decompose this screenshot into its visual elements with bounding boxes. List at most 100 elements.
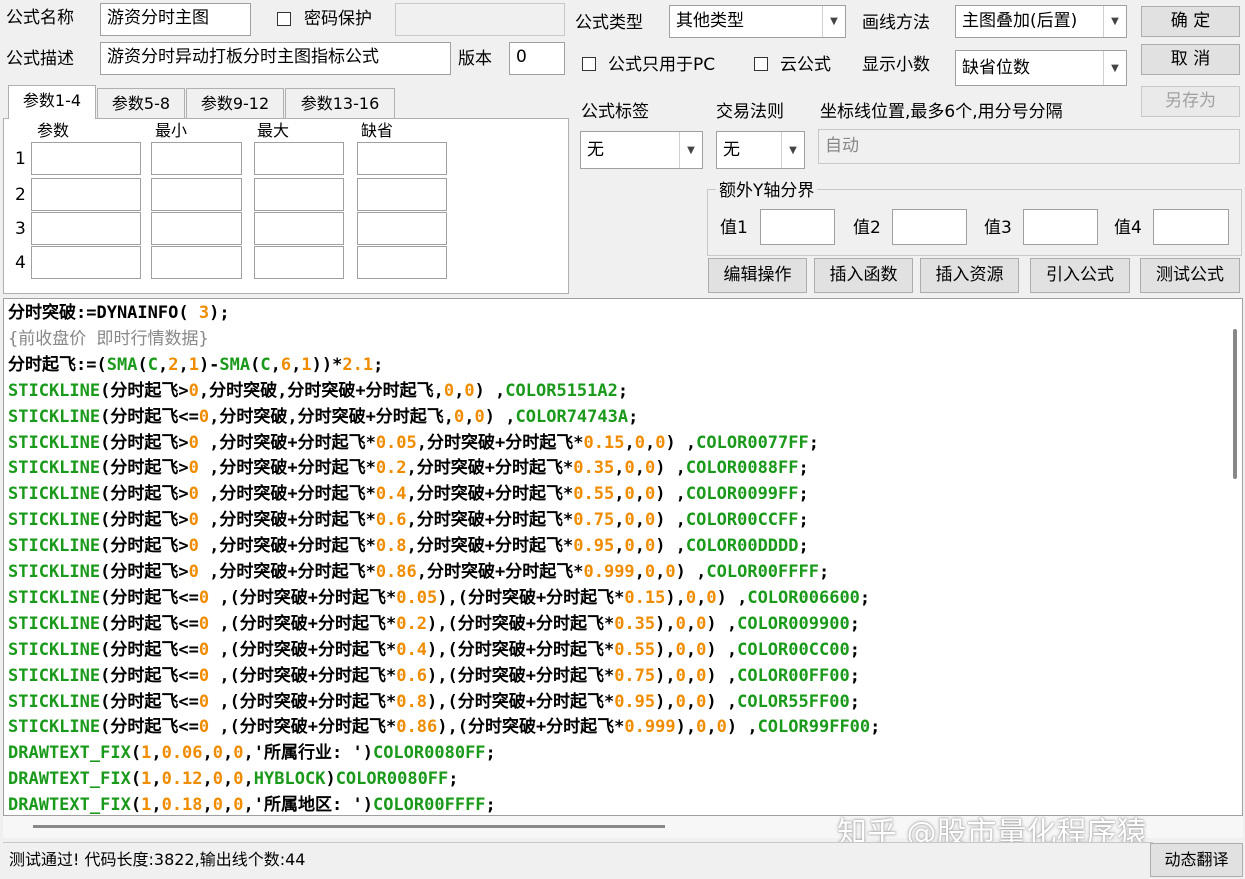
y-value-2-input[interactable] bbox=[892, 209, 967, 245]
code-token: ,分时突破+分时起飞* bbox=[406, 458, 574, 479]
formula-tag-select[interactable]: 无 ▼ bbox=[580, 131, 703, 169]
code-token: ; bbox=[798, 510, 809, 531]
code-token: 0.35 bbox=[614, 613, 656, 634]
code-token: 0.2 bbox=[375, 458, 407, 479]
param-4-name[interactable] bbox=[31, 246, 141, 279]
pc-only-checkbox[interactable] bbox=[582, 57, 596, 71]
code-token: ,分时突破+分时起飞* bbox=[406, 510, 574, 531]
chevron-down-icon: ▼ bbox=[679, 132, 702, 168]
trade-rule-label: 交易法则 bbox=[716, 102, 784, 122]
code-token: STICKLINE bbox=[8, 432, 101, 453]
y-value-2-label: 值2 bbox=[853, 218, 881, 238]
param-4-min[interactable] bbox=[151, 246, 242, 279]
param-1-default[interactable] bbox=[357, 142, 447, 175]
save-as-button[interactable]: 另存为 bbox=[1141, 86, 1240, 117]
edit-ops-button[interactable]: 编辑操作 bbox=[708, 258, 807, 293]
param-1-max[interactable] bbox=[254, 142, 344, 175]
decimals-select[interactable]: 缺省位数 ▼ bbox=[955, 50, 1127, 86]
formula-name-input[interactable]: 游资分时主图 bbox=[100, 3, 251, 36]
scrollbar-thumb[interactable] bbox=[1233, 329, 1237, 479]
password-checkbox[interactable] bbox=[277, 12, 291, 26]
code-token: COLOR55FF00 bbox=[737, 691, 850, 712]
code-line: STICKLINE(分时起飞<=0 ,(分时突破+分时起飞*0.8),(分时突破… bbox=[8, 689, 860, 715]
coord-line-input[interactable]: 自动 bbox=[818, 129, 1240, 164]
tab-params-1-4[interactable]: 参数1-4 bbox=[8, 85, 96, 119]
param-1-name[interactable] bbox=[31, 142, 141, 175]
code-token: 2 bbox=[168, 354, 179, 375]
version-input[interactable]: 0 bbox=[509, 42, 565, 75]
param-2-name[interactable] bbox=[31, 178, 141, 211]
param-1-min[interactable] bbox=[151, 142, 242, 175]
code-token: 0 bbox=[233, 743, 244, 764]
code-token: DRAWTEXT_FIX bbox=[8, 795, 131, 816]
insert-resource-button[interactable]: 插入资源 bbox=[920, 258, 1019, 293]
code-line: STICKLINE(分时起飞<=0 ,(分时突破+分时起飞*0.05),(分时突… bbox=[8, 585, 870, 611]
param-4-default[interactable] bbox=[357, 246, 447, 279]
tab-params-9-12[interactable]: 参数9-12 bbox=[186, 88, 284, 118]
param-2-default[interactable] bbox=[357, 178, 447, 211]
tab-params-5-8[interactable]: 参数5-8 bbox=[97, 88, 185, 118]
formula-desc-input[interactable]: 游资分时异动打板分时主图指标公式 bbox=[100, 42, 451, 75]
y-value-4-input[interactable] bbox=[1153, 209, 1229, 245]
y-value-3-input[interactable] bbox=[1023, 209, 1098, 245]
code-token: ; bbox=[628, 406, 639, 427]
param-2-max[interactable] bbox=[254, 178, 344, 211]
code-token: ; bbox=[448, 769, 459, 790]
param-3-default[interactable] bbox=[357, 212, 447, 245]
trade-rule-select[interactable]: 无 ▼ bbox=[716, 131, 805, 169]
y-value-1-input[interactable] bbox=[760, 209, 835, 245]
code-token: ),(分时突破+分时起飞* bbox=[427, 639, 615, 660]
code-token: ,分时突破,分时突破+分时起飞, bbox=[198, 380, 444, 401]
import-formula-button[interactable]: 引入公式 bbox=[1030, 258, 1130, 293]
code-token: 1 bbox=[301, 354, 312, 375]
code-token: , bbox=[178, 354, 189, 375]
cloud-formula-checkbox[interactable] bbox=[754, 57, 768, 71]
tab-params-13-16[interactable]: 参数13-16 bbox=[285, 88, 395, 118]
code-token: 0 bbox=[198, 639, 210, 660]
code-token: 0.05 bbox=[375, 432, 417, 453]
code-token: COLOR74743A bbox=[515, 406, 629, 427]
code-token: 0.6 bbox=[396, 665, 427, 686]
code-token: ) , bbox=[706, 639, 738, 660]
test-formula-button[interactable]: 测试公式 bbox=[1140, 258, 1240, 293]
code-token: 0 bbox=[624, 536, 635, 557]
param-3-max[interactable] bbox=[254, 212, 344, 245]
code-token: , bbox=[270, 354, 281, 375]
code-token: 0.999 bbox=[624, 717, 676, 738]
code-token: COLOR0088FF bbox=[685, 458, 799, 479]
code-line: STICKLINE(分时起飞>0 ,分时突破+分时起飞*0.05,分时突破+分时… bbox=[8, 430, 819, 456]
code-token: 0 bbox=[675, 665, 686, 686]
cancel-button[interactable]: 取 消 bbox=[1141, 44, 1240, 75]
code-token: 0 bbox=[624, 458, 635, 479]
param-3-name[interactable] bbox=[31, 212, 141, 245]
code-token: ,分时突破+分时起飞* bbox=[198, 484, 376, 505]
code-token: DRAWTEXT_FIX bbox=[8, 743, 131, 764]
code-token: 0 bbox=[198, 406, 210, 427]
dynamic-translate-button[interactable]: 动态翻译 bbox=[1150, 843, 1243, 877]
code-token: ), bbox=[655, 613, 676, 634]
scrollbar-thumb[interactable] bbox=[33, 825, 665, 828]
draw-method-select[interactable]: 主图叠加(后置) ▼ bbox=[955, 5, 1127, 38]
code-token: COLOR00CC00 bbox=[737, 639, 850, 660]
param-2-min[interactable] bbox=[151, 178, 242, 211]
code-token: STICKLINE bbox=[8, 536, 101, 557]
code-token: , bbox=[644, 432, 656, 453]
code-token: ,分时突破+分时起飞* bbox=[416, 432, 584, 453]
code-token: 2.1 bbox=[342, 354, 374, 375]
formula-type-select[interactable]: 其他类型 ▼ bbox=[669, 5, 846, 38]
code-token: ,(分时突破+分时起飞* bbox=[209, 639, 397, 660]
code-token: ) , bbox=[706, 691, 738, 712]
code-editor[interactable]: 分时突破:=DYNAINFO( 3); {前收盘价 即时行情数据} 分时起飞:=(S… bbox=[3, 298, 1243, 816]
param-row-index: 4 bbox=[15, 253, 26, 273]
code-token: , bbox=[223, 769, 234, 790]
code-token: DRAWTEXT_FIX bbox=[8, 769, 131, 790]
code-token: , bbox=[685, 613, 697, 634]
vertical-scrollbar[interactable] bbox=[1224, 299, 1242, 815]
insert-function-button[interactable]: 插入函数 bbox=[814, 258, 913, 293]
draw-method-label: 画线方法 bbox=[862, 13, 930, 33]
ok-button[interactable]: 确 定 bbox=[1141, 6, 1240, 37]
param-4-max[interactable] bbox=[254, 246, 344, 279]
code-line: {前收盘价 即时行情数据} bbox=[8, 326, 209, 352]
code-token: , bbox=[696, 587, 707, 608]
param-3-min[interactable] bbox=[151, 212, 242, 245]
